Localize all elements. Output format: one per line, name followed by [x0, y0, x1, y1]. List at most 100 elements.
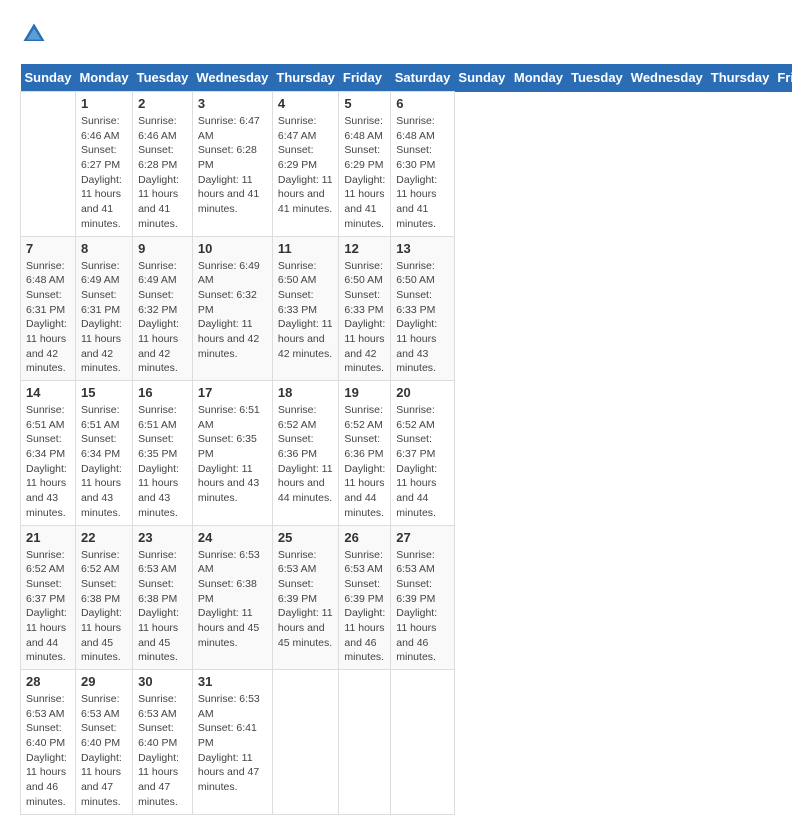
- calendar-cell: 18 Sunrise: 6:52 AMSunset: 6:36 PMDayligh…: [272, 381, 339, 526]
- calendar-cell: 25 Sunrise: 6:53 AMSunset: 6:39 PMDayligh…: [272, 525, 339, 670]
- calendar-cell: [21, 92, 76, 237]
- calendar-cell: 17 Sunrise: 6:51 AMSunset: 6:35 PMDayligh…: [192, 381, 272, 526]
- weekday-header-wednesday: Wednesday: [192, 64, 272, 92]
- calendar-header-row: SundayMondayTuesdayWednesdayThursdayFrid…: [21, 64, 792, 92]
- day-number: 6: [396, 96, 449, 111]
- calendar-cell: 4 Sunrise: 6:47 AMSunset: 6:29 PMDaylight…: [272, 92, 339, 237]
- calendar-cell: 6 Sunrise: 6:48 AMSunset: 6:30 PMDaylight…: [391, 92, 455, 237]
- day-number: 25: [278, 530, 334, 545]
- calendar-cell: 16 Sunrise: 6:51 AMSunset: 6:35 PMDayligh…: [133, 381, 193, 526]
- day-info: Sunrise: 6:53 AMSunset: 6:39 PMDaylight:…: [344, 548, 385, 666]
- calendar-cell: 23 Sunrise: 6:53 AMSunset: 6:38 PMDayligh…: [133, 525, 193, 670]
- day-info: Sunrise: 6:53 AMSunset: 6:38 PMDaylight:…: [138, 548, 187, 666]
- weekday-header-friday: Friday: [339, 64, 391, 92]
- weekday-header: Sunday: [454, 64, 509, 92]
- day-info: Sunrise: 6:50 AMSunset: 6:33 PMDaylight:…: [344, 259, 385, 377]
- calendar-cell: 3 Sunrise: 6:47 AMSunset: 6:28 PMDaylight…: [192, 92, 272, 237]
- day-number: 4: [278, 96, 334, 111]
- day-number: 23: [138, 530, 187, 545]
- calendar-cell: 27 Sunrise: 6:53 AMSunset: 6:39 PMDayligh…: [391, 525, 455, 670]
- day-info: Sunrise: 6:53 AMSunset: 6:40 PMDaylight:…: [26, 692, 70, 810]
- weekday-header-saturday: Saturday: [391, 64, 455, 92]
- calendar-week-row: 7Sunrise: 6:48 AMSunset: 6:31 PMDaylight…: [21, 236, 792, 381]
- day-number: 21: [26, 530, 70, 545]
- day-info: Sunrise: 6:47 AMSunset: 6:28 PMDaylight:…: [198, 114, 267, 217]
- calendar-week-row: 14 Sunrise: 6:51 AMSunset: 6:34 PMDayligh…: [21, 381, 792, 526]
- calendar-cell: 10Sunrise: 6:49 AMSunset: 6:32 PMDayligh…: [192, 236, 272, 381]
- day-number: 17: [198, 385, 267, 400]
- day-number: 31: [198, 674, 267, 689]
- calendar-cell: [339, 670, 391, 815]
- day-info: Sunrise: 6:53 AMSunset: 6:40 PMDaylight:…: [81, 692, 127, 810]
- calendar-cell: 13Sunrise: 6:50 AMSunset: 6:33 PMDayligh…: [391, 236, 455, 381]
- calendar-cell: 9Sunrise: 6:49 AMSunset: 6:32 PMDaylight…: [133, 236, 193, 381]
- day-info: Sunrise: 6:52 AMSunset: 6:37 PMDaylight:…: [396, 403, 449, 521]
- calendar-cell: 29 Sunrise: 6:53 AMSunset: 6:40 PMDayligh…: [75, 670, 132, 815]
- weekday-header: Wednesday: [627, 64, 707, 92]
- calendar-cell: 2Sunrise: 6:46 AMSunset: 6:28 PMDaylight…: [133, 92, 193, 237]
- day-info: Sunrise: 6:47 AMSunset: 6:29 PMDaylight:…: [278, 114, 334, 217]
- day-info: Sunrise: 6:53 AMSunset: 6:39 PMDaylight:…: [278, 548, 334, 651]
- weekday-header-thursday: Thursday: [272, 64, 339, 92]
- day-number: 18: [278, 385, 334, 400]
- calendar-cell: 26 Sunrise: 6:53 AMSunset: 6:39 PMDayligh…: [339, 525, 391, 670]
- day-info: Sunrise: 6:50 AMSunset: 6:33 PMDaylight:…: [278, 259, 334, 362]
- calendar-cell: 31 Sunrise: 6:53 AMSunset: 6:41 PMDayligh…: [192, 670, 272, 815]
- weekday-header: Monday: [510, 64, 567, 92]
- calendar-cell: 15Sunrise: 6:51 AMSunset: 6:34 PMDayligh…: [75, 381, 132, 526]
- calendar-cell: 1Sunrise: 6:46 AMSunset: 6:27 PMDaylight…: [75, 92, 132, 237]
- weekday-header: Tuesday: [567, 64, 627, 92]
- day-number: 19: [344, 385, 385, 400]
- day-number: 15: [81, 385, 127, 400]
- day-number: 26: [344, 530, 385, 545]
- day-info: Sunrise: 6:51 AMSunset: 6:35 PMDaylight:…: [198, 403, 267, 506]
- day-info: Sunrise: 6:51 AMSunset: 6:35 PMDaylight:…: [138, 403, 187, 521]
- day-info: Sunrise: 6:53 AMSunset: 6:40 PMDaylight:…: [138, 692, 187, 810]
- calendar-cell: 24 Sunrise: 6:53 AMSunset: 6:38 PMDayligh…: [192, 525, 272, 670]
- calendar-cell: [272, 670, 339, 815]
- day-number: 20: [396, 385, 449, 400]
- day-info: Sunrise: 6:52 AMSunset: 6:38 PMDaylight:…: [81, 548, 127, 666]
- calendar-cell: 22Sunrise: 6:52 AMSunset: 6:38 PMDayligh…: [75, 525, 132, 670]
- day-number: 29: [81, 674, 127, 689]
- day-info: Sunrise: 6:46 AMSunset: 6:27 PMDaylight:…: [81, 114, 127, 232]
- calendar-cell: 7Sunrise: 6:48 AMSunset: 6:31 PMDaylight…: [21, 236, 76, 381]
- day-info: Sunrise: 6:53 AMSunset: 6:41 PMDaylight:…: [198, 692, 267, 795]
- calendar-cell: 19 Sunrise: 6:52 AMSunset: 6:36 PMDayligh…: [339, 381, 391, 526]
- day-info: Sunrise: 6:49 AMSunset: 6:31 PMDaylight:…: [81, 259, 127, 377]
- day-number: 11: [278, 241, 334, 256]
- day-info: Sunrise: 6:48 AMSunset: 6:31 PMDaylight:…: [26, 259, 70, 377]
- day-info: Sunrise: 6:53 AMSunset: 6:39 PMDaylight:…: [396, 548, 449, 666]
- day-info: Sunrise: 6:48 AMSunset: 6:30 PMDaylight:…: [396, 114, 449, 232]
- calendar-cell: 14 Sunrise: 6:51 AMSunset: 6:34 PMDayligh…: [21, 381, 76, 526]
- calendar-cell: 30Sunrise: 6:53 AMSunset: 6:40 PMDayligh…: [133, 670, 193, 815]
- day-info: Sunrise: 6:52 AMSunset: 6:36 PMDaylight:…: [278, 403, 334, 506]
- day-number: 2: [138, 96, 187, 111]
- calendar-week-row: 21 Sunrise: 6:52 AMSunset: 6:37 PMDayligh…: [21, 525, 792, 670]
- day-number: 13: [396, 241, 449, 256]
- weekday-header: Thursday: [707, 64, 774, 92]
- logo-icon: [20, 20, 48, 48]
- day-info: Sunrise: 6:53 AMSunset: 6:38 PMDaylight:…: [198, 548, 267, 651]
- day-number: 3: [198, 96, 267, 111]
- calendar-cell: 12 Sunrise: 6:50 AMSunset: 6:33 PMDayligh…: [339, 236, 391, 381]
- day-number: 24: [198, 530, 267, 545]
- calendar-cell: 28Sunrise: 6:53 AMSunset: 6:40 PMDayligh…: [21, 670, 76, 815]
- day-number: 9: [138, 241, 187, 256]
- calendar-cell: 20 Sunrise: 6:52 AMSunset: 6:37 PMDayligh…: [391, 381, 455, 526]
- day-info: Sunrise: 6:52 AMSunset: 6:36 PMDaylight:…: [344, 403, 385, 521]
- day-number: 5: [344, 96, 385, 111]
- day-number: 14: [26, 385, 70, 400]
- calendar-cell: 21 Sunrise: 6:52 AMSunset: 6:37 PMDayligh…: [21, 525, 76, 670]
- day-info: Sunrise: 6:52 AMSunset: 6:37 PMDaylight:…: [26, 548, 70, 666]
- day-info: Sunrise: 6:51 AMSunset: 6:34 PMDaylight:…: [26, 403, 70, 521]
- day-number: 12: [344, 241, 385, 256]
- day-info: Sunrise: 6:48 AMSunset: 6:29 PMDaylight:…: [344, 114, 385, 232]
- day-number: 16: [138, 385, 187, 400]
- calendar-week-row: 1Sunrise: 6:46 AMSunset: 6:27 PMDaylight…: [21, 92, 792, 237]
- weekday-header-sunday: Sunday: [21, 64, 76, 92]
- day-number: 27: [396, 530, 449, 545]
- weekday-header-monday: Monday: [75, 64, 132, 92]
- calendar-week-row: 28Sunrise: 6:53 AMSunset: 6:40 PMDayligh…: [21, 670, 792, 815]
- day-number: 8: [81, 241, 127, 256]
